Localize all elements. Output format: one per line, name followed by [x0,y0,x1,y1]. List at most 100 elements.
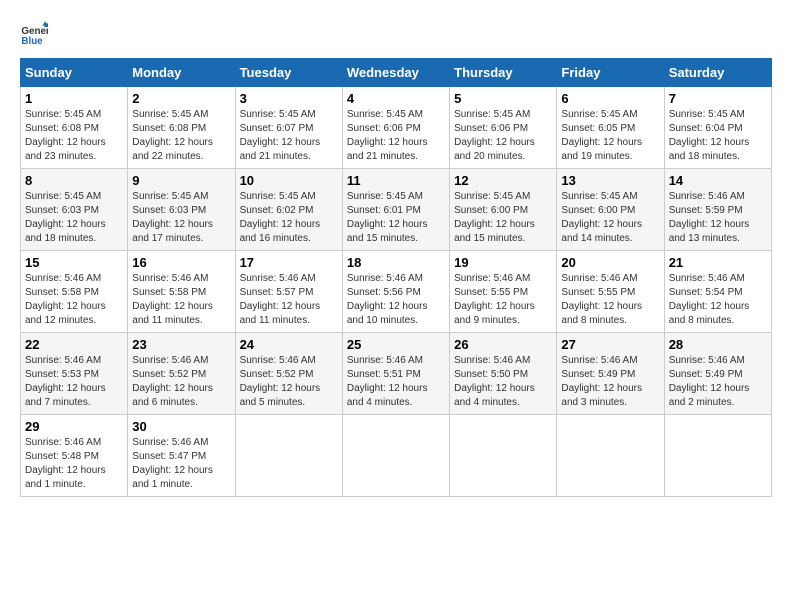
weekday-header-wednesday: Wednesday [342,59,449,87]
sunset-label: Sunset: 5:49 PM [669,369,743,380]
daylight-label: Daylight: 12 hours and 4 minutes. [454,383,535,408]
sunset-label: Sunset: 5:51 PM [347,369,421,380]
daylight-label: Daylight: 12 hours and 6 minutes. [132,383,213,408]
sunset-label: Sunset: 5:50 PM [454,369,528,380]
sunset-label: Sunset: 6:00 PM [561,205,635,216]
logo-icon: General Blue [20,20,48,48]
daylight-label: Daylight: 12 hours and 20 minutes. [454,137,535,162]
sunset-label: Sunset: 5:48 PM [25,451,99,462]
sunrise-label: Sunrise: 5:46 AM [669,191,745,202]
logo: General Blue [20,20,52,48]
day-info: Sunrise: 5:45 AM Sunset: 6:07 PM Dayligh… [240,108,338,164]
sunset-label: Sunset: 5:55 PM [454,287,528,298]
daylight-label: Daylight: 12 hours and 5 minutes. [240,383,321,408]
day-info: Sunrise: 5:45 AM Sunset: 6:08 PM Dayligh… [25,108,123,164]
sunrise-label: Sunrise: 5:46 AM [240,273,316,284]
sunrise-label: Sunrise: 5:46 AM [25,273,101,284]
day-info: Sunrise: 5:46 AM Sunset: 5:53 PM Dayligh… [25,354,123,410]
calendar-cell: 21 Sunrise: 5:46 AM Sunset: 5:54 PM Dayl… [664,251,771,333]
daylight-label: Daylight: 12 hours and 8 minutes. [669,301,750,326]
day-info: Sunrise: 5:45 AM Sunset: 6:04 PM Dayligh… [669,108,767,164]
daylight-label: Daylight: 12 hours and 4 minutes. [347,383,428,408]
sunset-label: Sunset: 5:49 PM [561,369,635,380]
sunset-label: Sunset: 5:55 PM [561,287,635,298]
day-number: 17 [240,255,338,270]
calendar-cell: 7 Sunrise: 5:45 AM Sunset: 6:04 PM Dayli… [664,87,771,169]
sunrise-label: Sunrise: 5:45 AM [454,191,530,202]
calendar-cell: 2 Sunrise: 5:45 AM Sunset: 6:08 PM Dayli… [128,87,235,169]
calendar-cell [450,415,557,497]
calendar-cell [557,415,664,497]
sunrise-label: Sunrise: 5:46 AM [132,273,208,284]
calendar-cell: 19 Sunrise: 5:46 AM Sunset: 5:55 PM Dayl… [450,251,557,333]
calendar-cell: 5 Sunrise: 5:45 AM Sunset: 6:06 PM Dayli… [450,87,557,169]
sunset-label: Sunset: 5:58 PM [25,287,99,298]
sunset-label: Sunset: 6:03 PM [132,205,206,216]
day-number: 15 [25,255,123,270]
day-info: Sunrise: 5:45 AM Sunset: 6:02 PM Dayligh… [240,190,338,246]
calendar-cell: 18 Sunrise: 5:46 AM Sunset: 5:56 PM Dayl… [342,251,449,333]
calendar-cell: 30 Sunrise: 5:46 AM Sunset: 5:47 PM Dayl… [128,415,235,497]
calendar-week-1: 1 Sunrise: 5:45 AM Sunset: 6:08 PM Dayli… [21,87,772,169]
sunset-label: Sunset: 5:53 PM [25,369,99,380]
day-number: 22 [25,337,123,352]
sunrise-label: Sunrise: 5:46 AM [454,273,530,284]
sunrise-label: Sunrise: 5:45 AM [25,191,101,202]
calendar-cell: 25 Sunrise: 5:46 AM Sunset: 5:51 PM Dayl… [342,333,449,415]
day-info: Sunrise: 5:45 AM Sunset: 6:01 PM Dayligh… [347,190,445,246]
daylight-label: Daylight: 12 hours and 14 minutes. [561,219,642,244]
day-info: Sunrise: 5:46 AM Sunset: 5:58 PM Dayligh… [132,272,230,328]
weekday-header-thursday: Thursday [450,59,557,87]
sunrise-label: Sunrise: 5:46 AM [25,437,101,448]
calendar-cell: 24 Sunrise: 5:46 AM Sunset: 5:52 PM Dayl… [235,333,342,415]
day-info: Sunrise: 5:46 AM Sunset: 5:48 PM Dayligh… [25,436,123,492]
sunset-label: Sunset: 5:57 PM [240,287,314,298]
day-info: Sunrise: 5:45 AM Sunset: 6:06 PM Dayligh… [454,108,552,164]
calendar-cell: 8 Sunrise: 5:45 AM Sunset: 6:03 PM Dayli… [21,169,128,251]
sunrise-label: Sunrise: 5:46 AM [561,273,637,284]
sunset-label: Sunset: 5:52 PM [240,369,314,380]
day-info: Sunrise: 5:46 AM Sunset: 5:49 PM Dayligh… [561,354,659,410]
daylight-label: Daylight: 12 hours and 19 minutes. [561,137,642,162]
sunset-label: Sunset: 6:08 PM [132,123,206,134]
daylight-label: Daylight: 12 hours and 1 minute. [132,465,213,490]
daylight-label: Daylight: 12 hours and 11 minutes. [132,301,213,326]
sunrise-label: Sunrise: 5:46 AM [669,355,745,366]
daylight-label: Daylight: 12 hours and 16 minutes. [240,219,321,244]
calendar-body: 1 Sunrise: 5:45 AM Sunset: 6:08 PM Dayli… [21,87,772,497]
day-info: Sunrise: 5:46 AM Sunset: 5:50 PM Dayligh… [454,354,552,410]
day-info: Sunrise: 5:46 AM Sunset: 5:56 PM Dayligh… [347,272,445,328]
day-info: Sunrise: 5:46 AM Sunset: 5:59 PM Dayligh… [669,190,767,246]
calendar-cell: 3 Sunrise: 5:45 AM Sunset: 6:07 PM Dayli… [235,87,342,169]
calendar-cell: 22 Sunrise: 5:46 AM Sunset: 5:53 PM Dayl… [21,333,128,415]
daylight-label: Daylight: 12 hours and 21 minutes. [240,137,321,162]
sunrise-label: Sunrise: 5:45 AM [347,109,423,120]
daylight-label: Daylight: 12 hours and 11 minutes. [240,301,321,326]
sunset-label: Sunset: 5:56 PM [347,287,421,298]
calendar-cell: 10 Sunrise: 5:45 AM Sunset: 6:02 PM Dayl… [235,169,342,251]
calendar-cell [342,415,449,497]
calendar-week-5: 29 Sunrise: 5:46 AM Sunset: 5:48 PM Dayl… [21,415,772,497]
calendar-cell: 17 Sunrise: 5:46 AM Sunset: 5:57 PM Dayl… [235,251,342,333]
sunset-label: Sunset: 6:01 PM [347,205,421,216]
sunset-label: Sunset: 5:54 PM [669,287,743,298]
daylight-label: Daylight: 12 hours and 15 minutes. [347,219,428,244]
sunrise-label: Sunrise: 5:45 AM [347,191,423,202]
sunrise-label: Sunrise: 5:46 AM [454,355,530,366]
calendar-week-2: 8 Sunrise: 5:45 AM Sunset: 6:03 PM Dayli… [21,169,772,251]
day-info: Sunrise: 5:45 AM Sunset: 6:00 PM Dayligh… [561,190,659,246]
sunrise-label: Sunrise: 5:46 AM [669,273,745,284]
sunrise-label: Sunrise: 5:45 AM [25,109,101,120]
calendar-table: SundayMondayTuesdayWednesdayThursdayFrid… [20,58,772,497]
sunrise-label: Sunrise: 5:45 AM [561,191,637,202]
calendar-cell: 11 Sunrise: 5:45 AM Sunset: 6:01 PM Dayl… [342,169,449,251]
day-info: Sunrise: 5:45 AM Sunset: 6:06 PM Dayligh… [347,108,445,164]
daylight-label: Daylight: 12 hours and 2 minutes. [669,383,750,408]
day-info: Sunrise: 5:46 AM Sunset: 5:58 PM Dayligh… [25,272,123,328]
sunset-label: Sunset: 6:05 PM [561,123,635,134]
daylight-label: Daylight: 12 hours and 15 minutes. [454,219,535,244]
daylight-label: Daylight: 12 hours and 7 minutes. [25,383,106,408]
day-number: 4 [347,91,445,106]
day-info: Sunrise: 5:45 AM Sunset: 6:03 PM Dayligh… [132,190,230,246]
day-number: 30 [132,419,230,434]
